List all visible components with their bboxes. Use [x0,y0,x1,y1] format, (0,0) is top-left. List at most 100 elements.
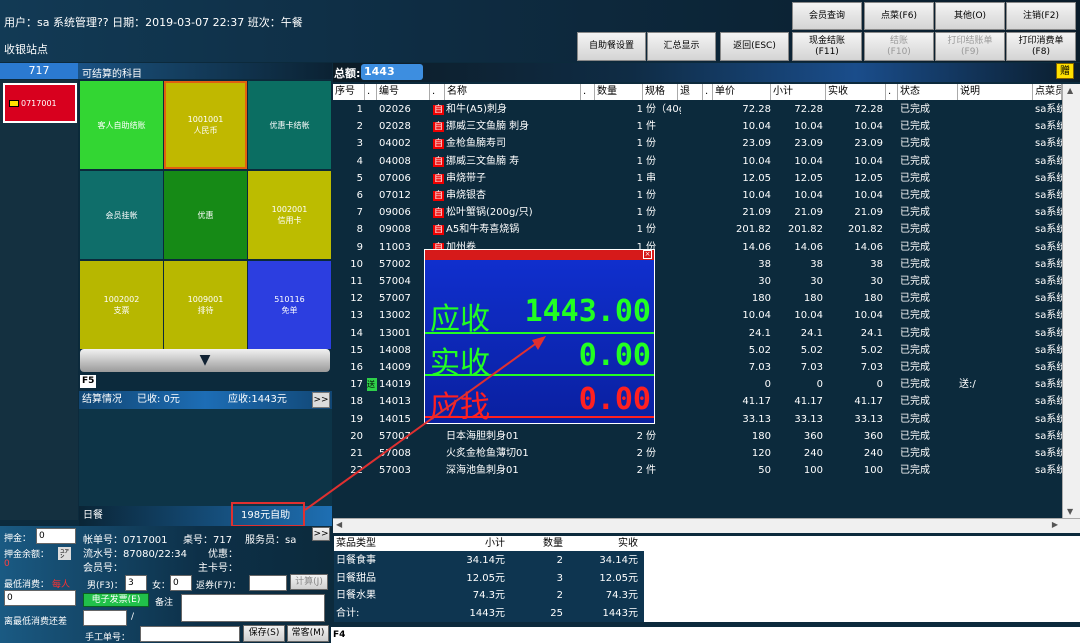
info-more-button[interactable]: >> [312,527,330,541]
toolbar-button[interactable]: 返回(ESC) [720,32,789,61]
row-price: 23.09 [742,138,771,150]
toolbar-button[interactable]: 打印消费单 (F8) [1006,32,1076,61]
toolbar-button[interactable]: 现金结账 (F11) [792,32,862,61]
summary-column-header[interactable]: 数量 [509,536,563,551]
female-count-input[interactable]: 0 [170,575,192,591]
row-staff: sa系统 [1035,276,1065,287]
grid-column-header[interactable]: 单价 [713,84,771,100]
row-number: 19 [350,413,363,425]
row-qty: 1 [636,104,643,115]
payment-tile[interactable]: 会员挂帐 [80,171,163,259]
grid-vertical-scrollbar[interactable]: ▲ ▼ [1062,84,1080,518]
grid-column-header[interactable]: 小计 [771,84,826,100]
einvoice-button[interactable]: 电子发票(E) [83,593,149,607]
summary-row[interactable]: 合计: 1443元 25 1443元 [334,605,644,622]
toolbar-button[interactable]: 汇总显示 [647,32,716,61]
self-serve-icon: 自 [433,187,445,204]
summary-row[interactable]: 日餐甜品 12.05元 3 12.05元 [334,570,644,587]
summary-row[interactable]: 日餐水果 74.3元 2 74.3元 [334,587,644,604]
grid-column-header[interactable]: 说明 [958,84,1033,100]
toolbar-button[interactable]: 注销(F2) [1006,2,1076,30]
order-row[interactable]: 22 57003 深海池鱼刺身01 2 件 50 100 100 已完成 sa系统 [333,462,1065,479]
row-code: 11003 [379,241,411,253]
row-price: 41.17 [742,396,771,408]
payment-tile-code: 1002002 [103,295,140,304]
order-row[interactable]: 5 07006 自串烧带子 1 串 12.05 12.05 12.05 已完成 sa系统 [333,170,1065,187]
payment-tile[interactable]: 1002001 信用卡 [248,171,331,259]
payment-tile[interactable]: 优惠卡结帐 [248,81,331,169]
grid-column-header[interactable]: . [886,84,898,100]
order-row[interactable]: 4 04008 自挪威三文鱼腩 寿 1 份 10.04 10.04 10.04 已完成 sa系统 [333,153,1065,170]
deposit-detail-icon[interactable]: ㍐ [58,547,72,560]
order-row[interactable]: 2 02028 自挪威三文鱼腩 刺身 1 件 10.04 10.04 10.04 已完成 sa系统 [333,118,1065,135]
row-code: 14015 [379,413,411,425]
order-row[interactable]: 6 07012 自串烧银杏 1 份 10.04 10.04 10.04 已完成 sa系统 [333,187,1065,204]
grid-column-header[interactable]: 实收 [826,84,886,100]
manual-no-input[interactable] [140,626,240,642]
order-row[interactable]: 20 57007 日本海胆刺身01 2 份 180 360 360 已完成 sa系统 [333,428,1065,445]
scroll-up-icon[interactable]: ▲ [1067,86,1073,95]
payment-tile[interactable]: 1002002 支票 [80,261,163,349]
min-spend-input[interactable]: 0 [4,590,76,606]
grid-column-header[interactable]: . [430,84,445,100]
grid-column-header[interactable]: 名称 [445,84,581,100]
payment-tile[interactable]: 1009001 排待 [164,261,247,349]
toolbar-button[interactable]: 点菜(F6) [864,2,934,30]
grid-column-header[interactable]: 数量 [595,84,643,100]
popup-close-icon[interactable]: × [643,250,652,259]
payment-tile[interactable]: 1001001 人民币 [164,81,247,169]
settle-more-button[interactable]: >> [312,392,330,408]
payment-tile[interactable]: 510116 免单 [248,261,331,349]
order-row[interactable]: 3 04002 自金枪鱼腩寿司 1 份 23.09 23.09 23.09 已完成 sa系统 [333,135,1065,152]
extra-input[interactable] [83,610,127,626]
regular-guest-button[interactable]: 常客(M) [287,625,329,642]
table-icon [9,99,19,107]
grid-column-header[interactable]: . [703,84,713,100]
summary-row[interactable]: 日餐食事 34.14元 2 34.14元 [334,552,644,569]
toolbar-button[interactable]: 自助餐设置 [577,32,646,61]
order-row[interactable]: 8 09008 自 A5和牛寿喜烧锅 1 份 201.82 201.82 201.82 已完成 sa… [333,221,1065,238]
toolbar-button[interactable]: 会员查询 [792,2,862,30]
toolbar-button[interactable]: 其他(O) [935,2,1005,30]
gift-button[interactable]: 赠 [1056,63,1074,79]
grid-column-header[interactable]: 规格 [643,84,678,100]
grid-column-header[interactable]: 序号 [333,84,365,100]
table-card[interactable]: 0717001 [3,83,77,123]
summary-cell: 日餐甜品 [336,572,376,584]
save-button[interactable]: 保存(S) [243,625,285,642]
grid-column-header[interactable]: 状态 [898,84,958,100]
tiles-scroll-down-button[interactable]: ▼ [80,349,330,372]
payment-tile[interactable]: 客人自助结账 [80,81,163,169]
remark-input[interactable] [181,594,325,622]
male-count-input[interactable]: 3 [125,575,147,591]
row-status: 已完成 [900,258,930,270]
grid-column-header[interactable]: . [581,84,595,100]
row-subtotal: 21.09 [794,207,823,219]
scroll-left-icon[interactable]: ◀ [336,520,342,529]
row-status: 已完成 [900,465,930,477]
toolbar-button[interactable]: 打印结账单 (F9) [935,32,1005,61]
calculate-button[interactable]: 计算(J) [290,574,328,590]
summary-column-header[interactable]: 实收 [567,536,638,551]
summary-column-header[interactable]: 小计 [444,536,505,551]
grid-column-header[interactable]: 点菜员 [1033,84,1062,100]
voucher-input[interactable] [249,575,287,591]
order-row[interactable]: 21 57008 火炙金枪鱼薄切01 2 份 120 240 240 已完成 sa系统 [333,445,1065,462]
payment-tile[interactable]: 优惠 [164,171,247,259]
row-received: 360 [863,430,883,442]
deposit-input[interactable]: 0 [36,528,76,544]
grid-column-header[interactable]: . [365,84,377,100]
toolbar-button[interactable]: 结账 (F10) [864,32,934,61]
scroll-down-icon[interactable]: ▼ [1067,507,1073,516]
order-row[interactable]: 102026自和牛(A5)刺身1份（40g72.2872.2872.28已完成s… [333,101,1065,118]
summary-column-header[interactable]: 菜品类型 [334,536,440,551]
payment-display-popup: × 应收 1443.00 实收 0.00 应找 0.00 [424,249,655,425]
row-code: 57007 [379,293,411,305]
grid-horizontal-scrollbar[interactable]: ◀ ▶ [333,518,1080,533]
scroll-right-icon[interactable]: ▶ [1052,520,1058,529]
order-row[interactable]: 7 09006 自松叶蟹锅(200g/只) 1 份 21.09 21.09 21.09 已完成 s… [333,204,1065,221]
total-value: 1443 [361,64,423,80]
row-note [959,462,1029,479]
grid-column-header[interactable]: 编号 [377,84,430,100]
grid-column-header[interactable]: 退 [678,84,703,100]
